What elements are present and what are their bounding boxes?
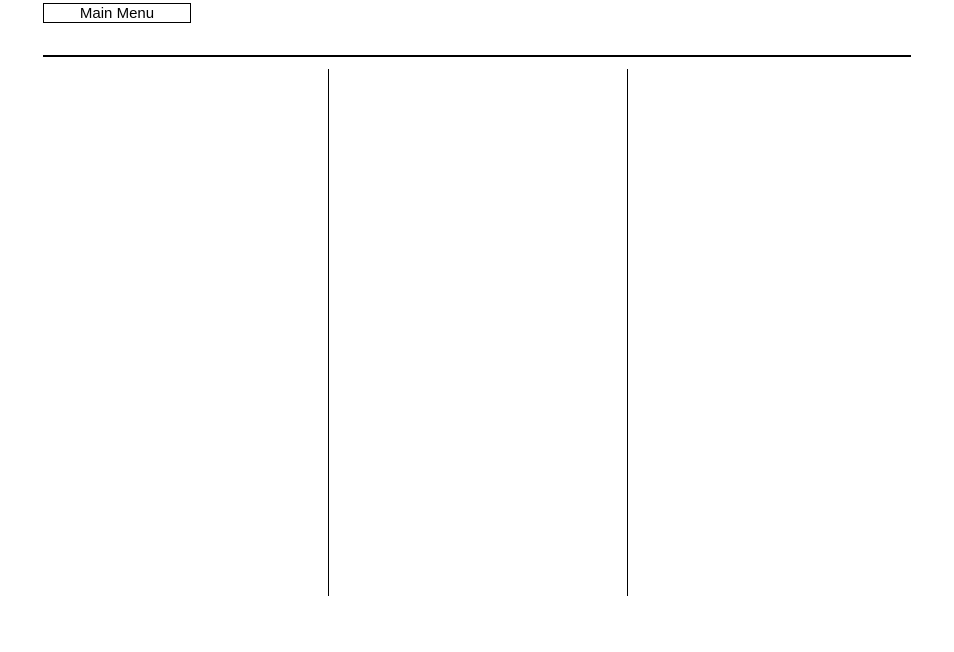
column-divider-1 (328, 69, 329, 596)
main-menu-label: Main Menu (80, 5, 154, 22)
main-menu-button[interactable]: Main Menu (43, 3, 191, 23)
header-divider (43, 55, 911, 57)
column-divider-2 (627, 69, 628, 596)
